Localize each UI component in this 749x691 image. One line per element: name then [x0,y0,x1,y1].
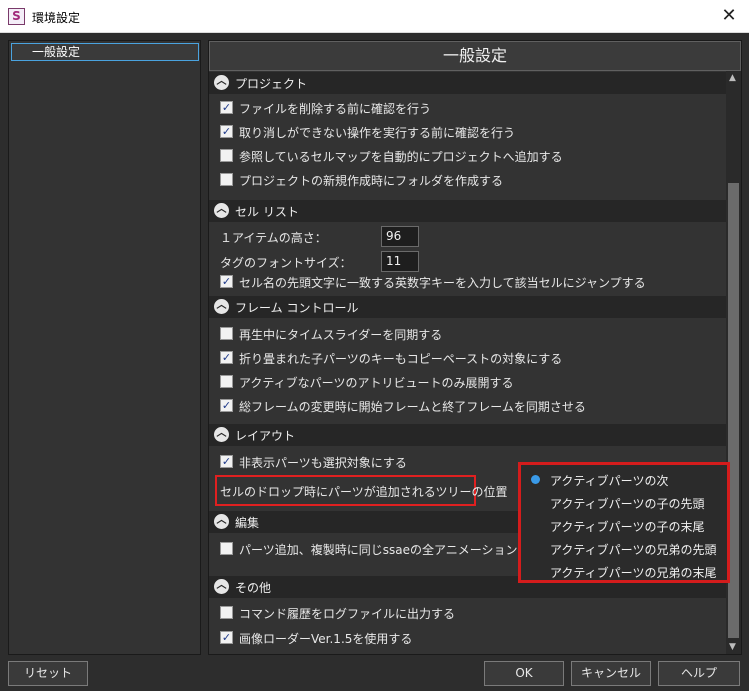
dropdown-option[interactable]: アクティブパーツの子の末尾 [521,514,727,537]
setting-auto-add-cellmap[interactable]: 参照しているセルマップを自動的にプロジェクトへ追加する [209,145,726,167]
setting-sync-start-end-frame[interactable]: ✓ 総フレームの変更時に開始フレームと終了フレームを同期させる [209,395,726,417]
checkbox[interactable] [220,542,233,555]
dropdown-option[interactable]: アクティブパーツの兄弟の先頭 [521,537,727,560]
tree-item-general[interactable]: 一般設定 [11,43,199,61]
section-title: 編集 [235,516,260,530]
setting-confirm-undo[interactable]: ✓ 取り消しができない操作を実行する前に確認を行う [209,121,726,143]
item-height-input[interactable]: 96 [381,226,419,247]
section-layout[interactable]: ︿ レイアウト [209,424,726,446]
checkbox[interactable]: ✓ [220,455,233,468]
setting-label: アクティブなパーツのアトリビュートのみ展開する [239,376,514,390]
window-title: 環境設定 [32,11,81,25]
setting-label: 取り消しができない操作を実行する前に確認を行う [239,126,516,140]
checkbox[interactable] [220,375,233,388]
close-button[interactable]: ✕ [715,2,743,30]
section-title: レイアウト [235,429,296,443]
cancel-button[interactable]: キャンセル [571,661,651,686]
category-tree: 一般設定 [8,40,201,655]
section-title: フレーム コントロール [235,301,359,315]
ok-button[interactable]: OK [484,661,564,686]
section-title: セル リスト [235,205,299,219]
setting-label: セル名の先頭文字に一致する英数字キーを入力して該当セルにジャンプする [239,276,646,290]
section-title: プロジェクト [235,77,308,91]
checkbox[interactable] [220,149,233,162]
checkbox[interactable] [220,327,233,340]
setting-label: 再生中にタイムスライダーを同期する [239,328,443,342]
scroll-down-arrow-icon[interactable]: ▼ [729,642,736,652]
collapse-chevron-icon[interactable]: ︿ [214,514,229,529]
checkbox[interactable]: ✓ [220,101,233,114]
setting-expand-active-attributes[interactable]: アクティブなパーツのアトリビュートのみ展開する [209,371,726,393]
checkbox[interactable] [220,606,233,619]
option-label: アクティブパーツの兄弟の先頭 [550,543,717,557]
reset-button[interactable]: リセット [8,661,88,686]
title-bar: S 環境設定 ✕ [0,0,749,33]
setting-label: プロジェクトの新規作成時にフォルダを作成する [239,174,504,188]
setting-confirm-delete[interactable]: ✓ ファイルを削除する前に確認を行う [209,97,726,119]
collapse-chevron-icon[interactable]: ︿ [214,427,229,442]
checkbox[interactable] [220,173,233,186]
collapse-chevron-icon[interactable]: ︿ [214,579,229,594]
section-project[interactable]: ︿ プロジェクト [209,72,726,94]
option-label: アクティブパーツの子の先頭 [550,497,705,511]
setting-create-folder[interactable]: プロジェクトの新規作成時にフォルダを作成する [209,169,726,191]
drop-position-setting[interactable]: セルのドロップ時にパーツが追加されるツリーの位置 [215,475,508,506]
option-label: アクティブパーツの兄弟の末尾 [550,566,717,580]
option-label: アクティブパーツの子の末尾 [550,520,705,534]
dropdown-option[interactable]: アクティブパーツの兄弟の末尾 [521,560,727,583]
setting-label: 参照しているセルマップを自動的にプロジェクトへ追加する [239,150,563,164]
section-title: その他 [235,581,272,595]
drop-position-label: セルのドロップ時にパーツが追加されるツリーの位置 [220,485,508,499]
checkbox[interactable]: ✓ [220,125,233,138]
checkbox[interactable]: ✓ [220,275,233,288]
dropdown-option[interactable]: アクティブパーツの次 [521,468,727,491]
selected-dot-icon [531,475,540,484]
setting-label: 総フレームの変更時に開始フレームと終了フレームを同期させる [239,400,586,414]
setting-jump-to-cell[interactable]: ✓ セル名の先頭文字に一致する英数字キーを入力して該当セルにジャンプする [209,271,726,293]
dropdown-option[interactable]: アクティブパーツの子の先頭 [521,491,727,514]
help-button[interactable]: ヘルプ [658,661,740,686]
setting-image-loader-v15[interactable]: ✓ 画像ローダーVer.1.5を使用する [209,627,726,649]
tag-font-size-label: タグのフォントサイズ： [220,256,352,270]
checkbox[interactable]: ✓ [220,631,233,644]
setting-label: 非表示パーツも選択対象にする [239,456,407,470]
checkbox[interactable]: ✓ [220,351,233,364]
app-icon: S [8,8,25,25]
checkbox[interactable]: ✓ [220,399,233,412]
collapse-chevron-icon[interactable]: ︿ [214,203,229,218]
panel-title: 一般設定 [209,41,741,71]
collapse-chevron-icon[interactable]: ︿ [214,75,229,90]
setting-item-height: １アイテムの高さ： 96 [209,226,726,248]
tag-font-size-input[interactable]: 11 [381,251,419,272]
setting-log-command-history[interactable]: コマンド履歴をログファイルに出力する [209,602,726,624]
section-frame-control[interactable]: ︿ フレーム コントロール [209,296,726,318]
setting-sync-time-slider[interactable]: 再生中にタイムスライダーを同期する [209,323,726,345]
section-cell-list[interactable]: ︿ セル リスト [209,200,726,222]
collapse-chevron-icon[interactable]: ︿ [214,299,229,314]
option-label: アクティブパーツの次 [550,474,669,488]
item-height-label: １アイテムの高さ： [220,231,327,245]
setting-label: ファイルを削除する前に確認を行う [239,102,432,116]
scroll-up-arrow-icon[interactable]: ▲ [729,73,736,83]
drop-position-dropdown[interactable]: アクティブパーツの次 アクティブパーツの子の先頭 アクティブパーツの子の末尾 ア… [518,462,730,583]
setting-label: コマンド履歴をログファイルに出力する [239,607,456,621]
setting-label: 画像ローダーVer.1.5を使用する [239,632,413,646]
setting-tag-font-size: タグのフォントサイズ： 11 [209,251,726,273]
setting-copy-collapsed-keys[interactable]: ✓ 折り畳まれた子パーツのキーもコピーペーストの対象にする [209,347,726,369]
setting-label: 折り畳まれた子パーツのキーもコピーペーストの対象にする [239,352,563,366]
